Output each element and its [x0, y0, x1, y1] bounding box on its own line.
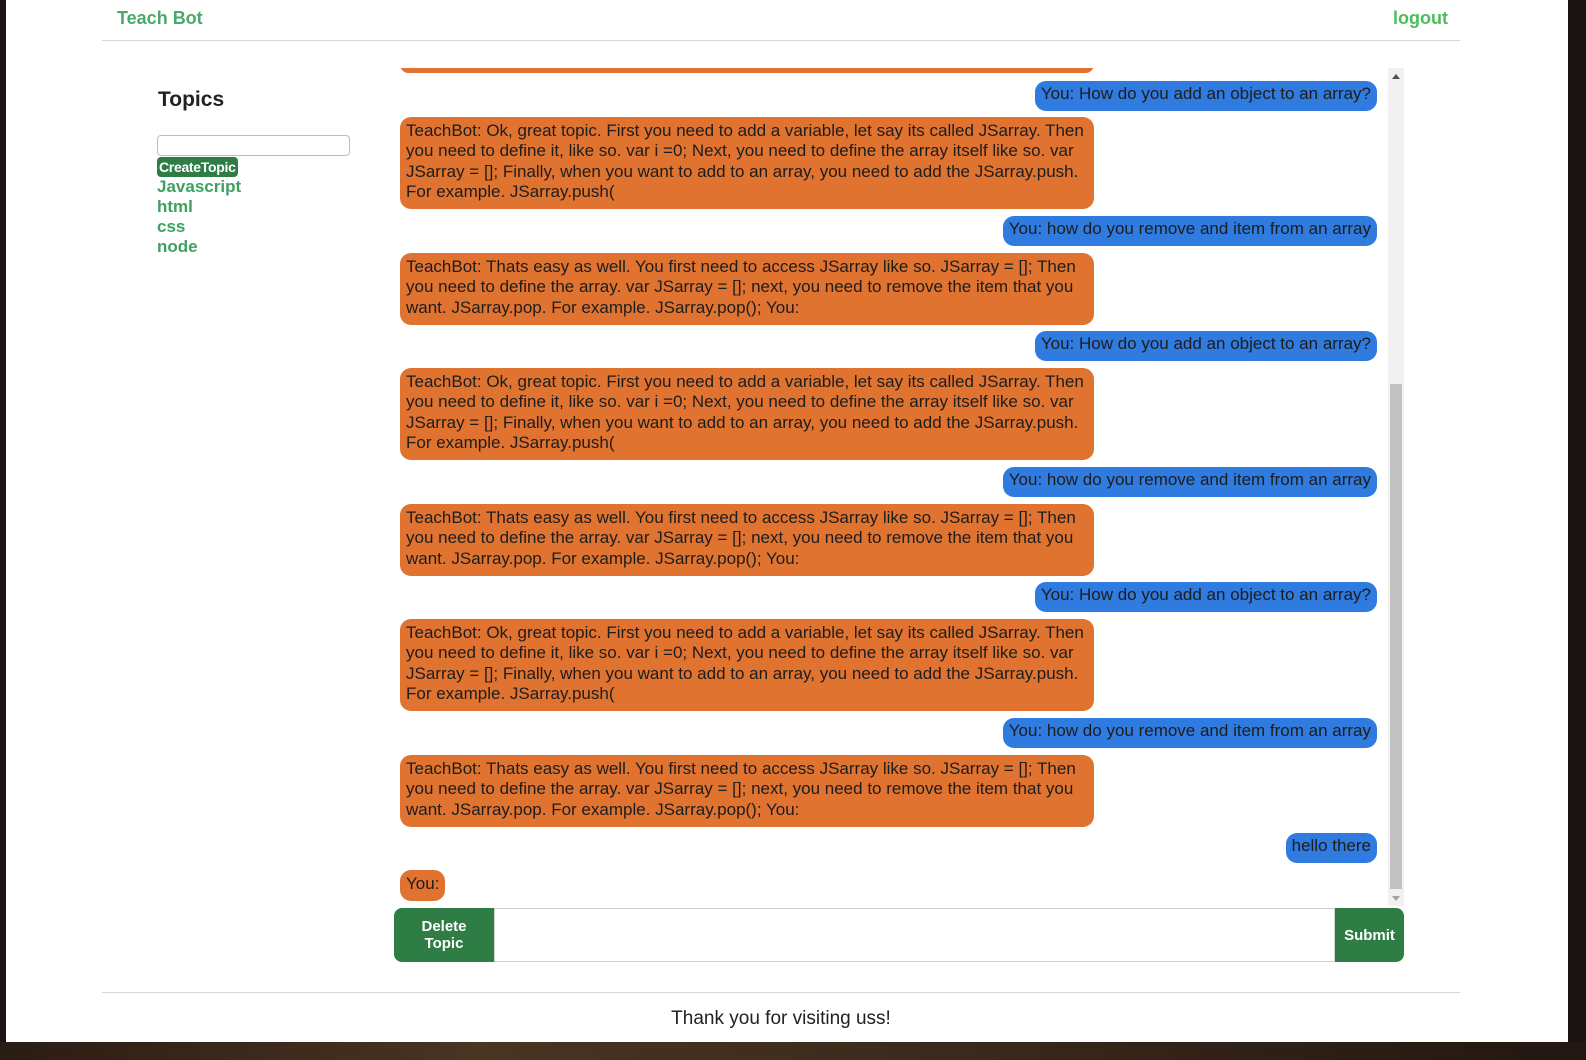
topic-link-javascript[interactable]: Javascript — [157, 177, 357, 197]
chat-log[interactable]: You: How do you add an object to an arra… — [397, 68, 1404, 906]
topic-link-css[interactable]: css — [157, 217, 357, 237]
bot-message: You: — [400, 870, 446, 901]
scroll-up-arrow-icon[interactable] — [1392, 74, 1400, 79]
user-message: hello there — [1285, 833, 1377, 863]
user-message: You: how do you remove and item from an … — [1002, 718, 1377, 748]
submit-button[interactable]: Submit — [1335, 908, 1404, 962]
user-message: You: How do you add an object to an arra… — [1034, 582, 1377, 612]
delete-topic-button[interactable]: Delete Topic — [394, 908, 494, 962]
user-message: You: how do you remove and item from an … — [1002, 216, 1377, 246]
user-message: You: How do you add an object to an arra… — [1034, 331, 1377, 361]
bot-message: TeachBot: Ok, great topic. First you nee… — [400, 368, 1094, 460]
footer: Thank you for visiting uss! — [102, 992, 1460, 1030]
bot-message: TeachBot: Thats easy as well. You first … — [400, 253, 1094, 325]
brand-link[interactable]: Teach Bot — [117, 8, 203, 29]
logout-link[interactable]: logout — [1393, 8, 1448, 29]
bot-message: TeachBot: Ok, great topic. First you nee… — [400, 619, 1094, 711]
chat-scrollbar[interactable] — [1388, 68, 1404, 906]
composer: Delete Topic Submit — [394, 908, 1404, 962]
message-input[interactable] — [494, 908, 1335, 962]
user-message: You: how do you remove and item from an … — [1002, 467, 1377, 497]
scroll-down-arrow-icon[interactable] — [1392, 896, 1400, 901]
topic-link-node[interactable]: node — [157, 237, 357, 257]
bot-message: TeachBot: Thats easy as well. You first … — [400, 504, 1094, 576]
bot-message: TeachBot: Thats easy as well. You first … — [400, 755, 1094, 827]
topic-link-html[interactable]: html — [157, 197, 357, 217]
scrollbar-thumb[interactable] — [1390, 384, 1402, 889]
create-topic-button[interactable]: CreateTopic — [157, 157, 238, 177]
navbar: Teach Bot logout — [102, 0, 1460, 41]
topic-name-input[interactable] — [157, 135, 350, 156]
footer-text: Thank you for visiting uss! — [671, 1008, 891, 1029]
desktop-background — [0, 1042, 1586, 1060]
user-message: You: How do you add an object to an arra… — [1034, 81, 1377, 111]
topics-sidebar: Topics CreateTopic Javascript html css n… — [157, 88, 357, 257]
sidebar-title: Topics — [158, 88, 225, 111]
bot-message — [400, 68, 1094, 73]
bot-message: TeachBot: Ok, great topic. First you nee… — [400, 117, 1094, 209]
